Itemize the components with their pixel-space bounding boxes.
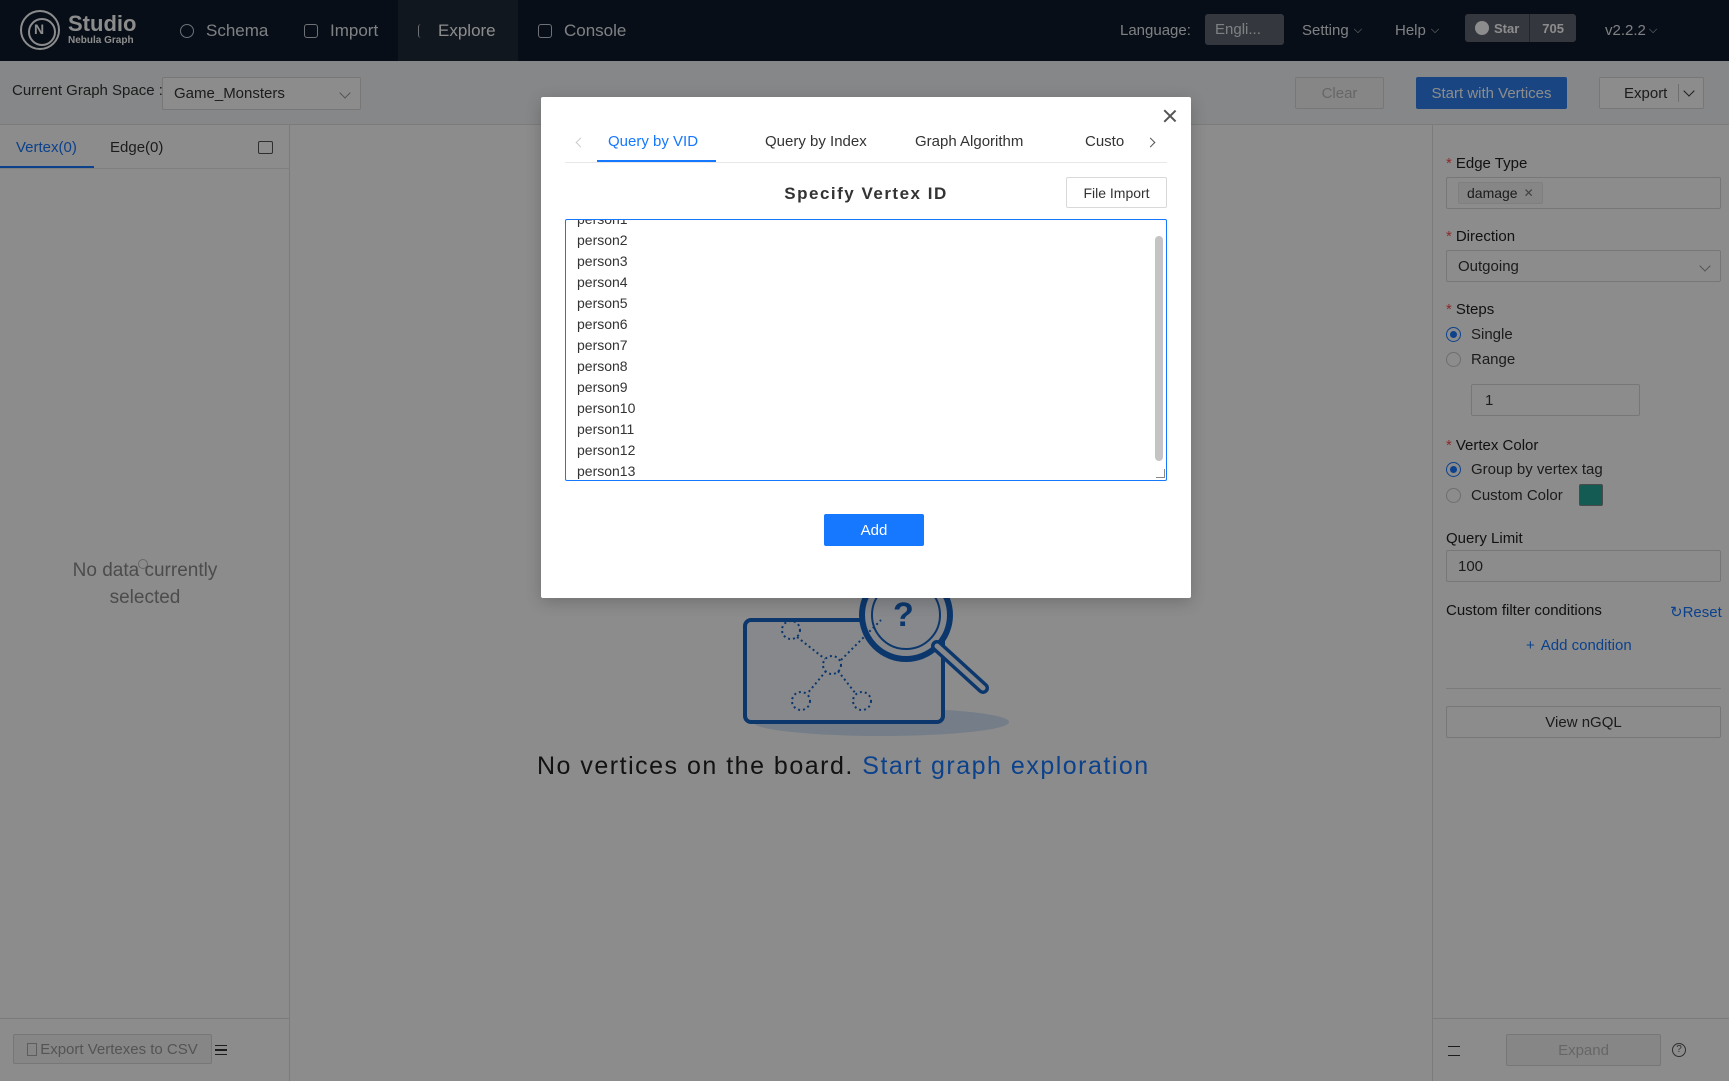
vertex-id-line: person13 <box>577 463 636 479</box>
vertex-id-line: person11 <box>577 421 635 437</box>
vertex-id-line: person4 <box>577 274 628 290</box>
vertex-id-line: person6 <box>577 316 628 332</box>
chevron-right-icon[interactable] <box>1145 137 1156 148</box>
vertex-id-line: person1 <box>577 219 628 227</box>
vertex-id-line: person5 <box>577 295 628 311</box>
add-button[interactable]: Add <box>824 514 924 546</box>
resize-handle-icon[interactable] <box>1156 469 1165 478</box>
vertex-id-line: person2 <box>577 232 628 248</box>
file-import-button[interactable]: File Import <box>1066 177 1167 208</box>
vertex-id-line: person12 <box>577 442 636 458</box>
vertex-id-textarea[interactable]: person1 person2 person3 person4 person5 perso… <box>565 219 1167 481</box>
vertex-id-line: person7 <box>577 337 628 353</box>
tab-query-by-vid[interactable]: Query by VID <box>608 133 698 150</box>
tab-active-indicator <box>597 160 716 162</box>
textarea-scrollbar[interactable] <box>1155 236 1163 461</box>
tab-graph-algorithm[interactable]: Graph Algorithm <box>915 133 1023 150</box>
tab-custom[interactable]: Custo <box>1085 133 1124 150</box>
chevron-left-icon[interactable] <box>575 137 586 148</box>
tab-scroll-fade <box>1125 121 1141 161</box>
vertex-id-line: person10 <box>577 400 636 416</box>
tab-query-by-index[interactable]: Query by Index <box>765 133 867 150</box>
vertex-id-line: person8 <box>577 358 628 374</box>
query-tabs: Query by VID Query by Index Graph Algori… <box>565 121 1167 163</box>
vertex-id-line: person3 <box>577 253 628 269</box>
start-with-vertices-modal: Query by VID Query by Index Graph Algori… <box>541 97 1191 598</box>
vertex-id-list: person1 person2 person3 person4 person5 perso… <box>577 219 636 480</box>
vertex-id-line: person9 <box>577 379 628 395</box>
